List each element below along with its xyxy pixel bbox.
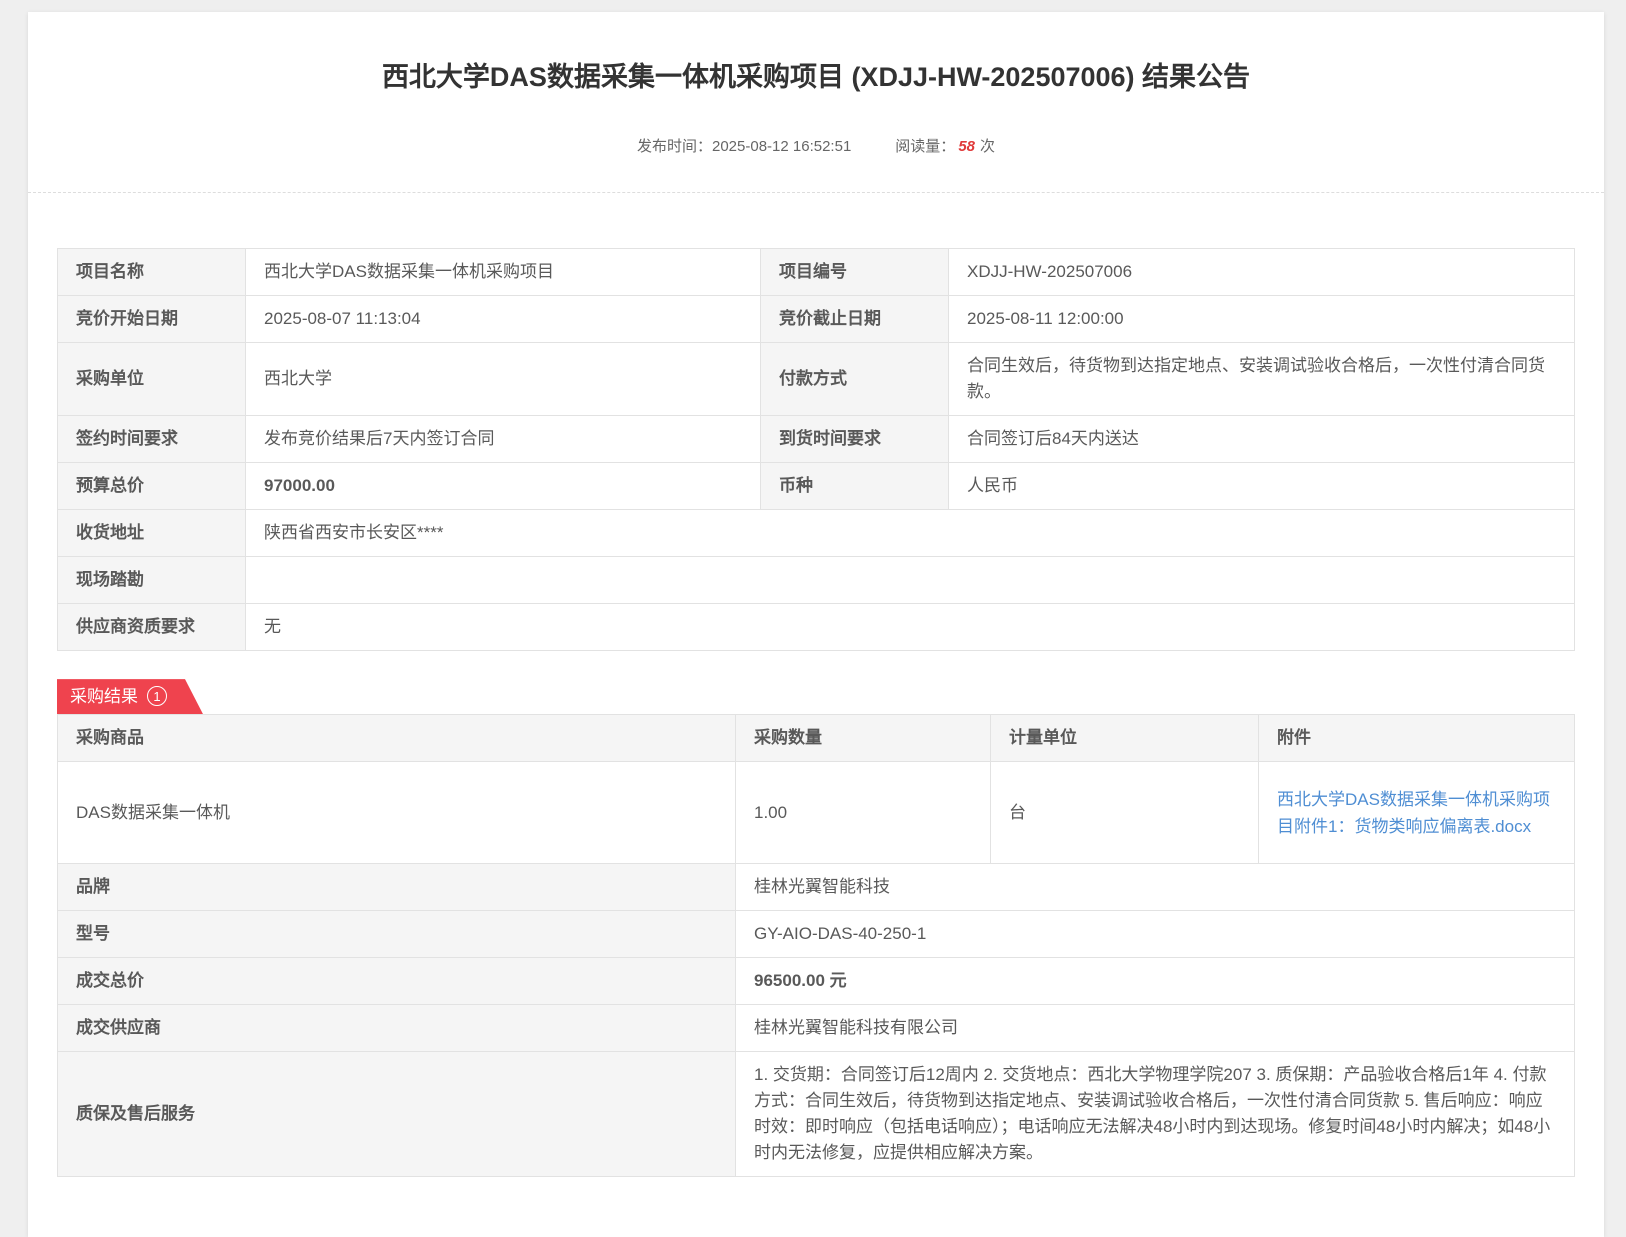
product-attachment-cell: 西北大学DAS数据采集一体机采购项目附件1：货物类响应偏离表.docx bbox=[1259, 762, 1575, 864]
info-value-payment: 合同生效后，待货物到达指定地点、安装调试验收合格后，一次性付清合同货款。 bbox=[949, 343, 1575, 416]
info-value-qualification: 无 bbox=[246, 604, 1575, 651]
views-count: 58 bbox=[958, 138, 975, 155]
info-value-site-survey bbox=[246, 557, 1575, 604]
table-row: 项目名称 西北大学DAS数据采集一体机采购项目 项目编号 XDJJ-HW-202… bbox=[58, 249, 1575, 296]
detail-value-brand: 桂林光翼智能科技 bbox=[736, 864, 1575, 911]
result-section: 采购结果 1 采购商品 采购数量 计量单位 附件 DAS数据采集一体机 1.00 bbox=[57, 679, 1575, 1177]
product-row: DAS数据采集一体机 1.00 台 西北大学DAS数据采集一体机采购项目附件1：… bbox=[58, 762, 1575, 864]
result-header-row: 采购商品 采购数量 计量单位 附件 bbox=[58, 715, 1575, 762]
detail-label-model: 型号 bbox=[58, 911, 736, 958]
col-header-attachment: 附件 bbox=[1259, 715, 1575, 762]
info-value-delivery-time: 合同签订后84天内送达 bbox=[949, 416, 1575, 463]
views: 阅读量：58 次 bbox=[895, 135, 995, 156]
info-value-address: 陕西省西安市长安区**** bbox=[246, 510, 1575, 557]
table-row: 品牌 桂林光翼智能科技 bbox=[58, 864, 1575, 911]
info-value-currency: 人民币 bbox=[949, 463, 1575, 510]
detail-value-warranty: 1. 交货期：合同签订后12周内 2. 交货地点：西北大学物理学院207 3. … bbox=[736, 1052, 1575, 1177]
detail-label-supplier: 成交供应商 bbox=[58, 1005, 736, 1052]
content-area: 项目名称 西北大学DAS数据采集一体机采购项目 项目编号 XDJJ-HW-202… bbox=[28, 193, 1604, 1237]
page-title: 西北大学DAS数据采集一体机采购项目 (XDJJ-HW-202507006) 结… bbox=[88, 60, 1544, 95]
info-label-budget: 预算总价 bbox=[58, 463, 246, 510]
detail-label-deal-price: 成交总价 bbox=[58, 958, 736, 1005]
info-value-project-name: 西北大学DAS数据采集一体机采购项目 bbox=[246, 249, 761, 296]
product-name: DAS数据采集一体机 bbox=[58, 762, 736, 864]
views-label: 阅读量： bbox=[895, 138, 955, 155]
detail-label-warranty: 质保及售后服务 bbox=[58, 1052, 736, 1177]
purchase-result-table: 采购商品 采购数量 计量单位 附件 DAS数据采集一体机 1.00 台 西北大学… bbox=[57, 714, 1575, 1177]
table-row: 现场踏勘 bbox=[58, 557, 1575, 604]
announcement-card: 西北大学DAS数据采集一体机采购项目 (XDJJ-HW-202507006) 结… bbox=[28, 12, 1604, 1237]
info-value-bid-end: 2025-08-11 12:00:00 bbox=[949, 296, 1575, 343]
table-row: 成交总价 96500.00 元 bbox=[58, 958, 1575, 1005]
info-label-delivery-time: 到货时间要求 bbox=[761, 416, 949, 463]
table-row: 收货地址 陕西省西安市长安区**** bbox=[58, 510, 1575, 557]
detail-value-supplier: 桂林光翼智能科技有限公司 bbox=[736, 1005, 1575, 1052]
table-row: 竞价开始日期 2025-08-07 11:13:04 竞价截止日期 2025-0… bbox=[58, 296, 1575, 343]
tab-purchase-result[interactable]: 采购结果 1 bbox=[57, 679, 203, 714]
info-label-project-no: 项目编号 bbox=[761, 249, 949, 296]
info-label-qualification: 供应商资质要求 bbox=[58, 604, 246, 651]
detail-value-model: GY-AIO-DAS-40-250-1 bbox=[736, 911, 1575, 958]
info-value-sign-time: 发布竞价结果后7天内签订合同 bbox=[246, 416, 761, 463]
table-row: 成交供应商 桂林光翼智能科技有限公司 bbox=[58, 1005, 1575, 1052]
table-row: 预算总价 97000.00 币种 人民币 bbox=[58, 463, 1575, 510]
table-row: 供应商资质要求 无 bbox=[58, 604, 1575, 651]
info-label-bid-start: 竞价开始日期 bbox=[58, 296, 246, 343]
info-label-currency: 币种 bbox=[761, 463, 949, 510]
info-label-project-name: 项目名称 bbox=[58, 249, 246, 296]
product-unit: 台 bbox=[991, 762, 1259, 864]
product-quantity: 1.00 bbox=[736, 762, 991, 864]
tab-purchase-result-label: 采购结果 bbox=[70, 687, 138, 706]
detail-label-brand: 品牌 bbox=[58, 864, 736, 911]
publish-time-label: 发布时间： bbox=[637, 138, 712, 155]
table-row: 签约时间要求 发布竞价结果后7天内签订合同 到货时间要求 合同签订后84天内送达 bbox=[58, 416, 1575, 463]
info-value-bid-start: 2025-08-07 11:13:04 bbox=[246, 296, 761, 343]
info-label-sign-time: 签约时间要求 bbox=[58, 416, 246, 463]
table-row: 质保及售后服务 1. 交货期：合同签订后12周内 2. 交货地点：西北大学物理学… bbox=[58, 1052, 1575, 1177]
meta-line: 发布时间：2025-08-12 16:52:51 阅读量：58 次 bbox=[28, 135, 1604, 192]
info-label-purchaser: 采购单位 bbox=[58, 343, 246, 416]
info-label-site-survey: 现场踏勘 bbox=[58, 557, 246, 604]
table-row: 采购单位 西北大学 付款方式 合同生效后，待货物到达指定地点、安装调试验收合格后… bbox=[58, 343, 1575, 416]
info-label-address: 收货地址 bbox=[58, 510, 246, 557]
info-value-project-no: XDJJ-HW-202507006 bbox=[949, 249, 1575, 296]
tab-badge-count: 1 bbox=[147, 686, 167, 706]
info-label-bid-end: 竞价截止日期 bbox=[761, 296, 949, 343]
project-info-table: 项目名称 西北大学DAS数据采集一体机采购项目 项目编号 XDJJ-HW-202… bbox=[57, 248, 1575, 651]
publish-time: 发布时间：2025-08-12 16:52:51 bbox=[637, 135, 851, 156]
info-value-budget: 97000.00 bbox=[246, 463, 761, 510]
col-header-product: 采购商品 bbox=[58, 715, 736, 762]
table-row: 型号 GY-AIO-DAS-40-250-1 bbox=[58, 911, 1575, 958]
attachment-link[interactable]: 西北大学DAS数据采集一体机采购项目附件1：货物类响应偏离表.docx bbox=[1277, 790, 1550, 836]
doc-header: 西北大学DAS数据采集一体机采购项目 (XDJJ-HW-202507006) 结… bbox=[28, 12, 1604, 192]
views-unit: 次 bbox=[980, 138, 995, 155]
publish-time-value: 2025-08-12 16:52:51 bbox=[712, 138, 851, 155]
col-header-unit: 计量单位 bbox=[991, 715, 1259, 762]
detail-value-deal-price: 96500.00 元 bbox=[736, 958, 1575, 1005]
col-header-quantity: 采购数量 bbox=[736, 715, 991, 762]
info-value-purchaser: 西北大学 bbox=[246, 343, 761, 416]
info-label-payment: 付款方式 bbox=[761, 343, 949, 416]
